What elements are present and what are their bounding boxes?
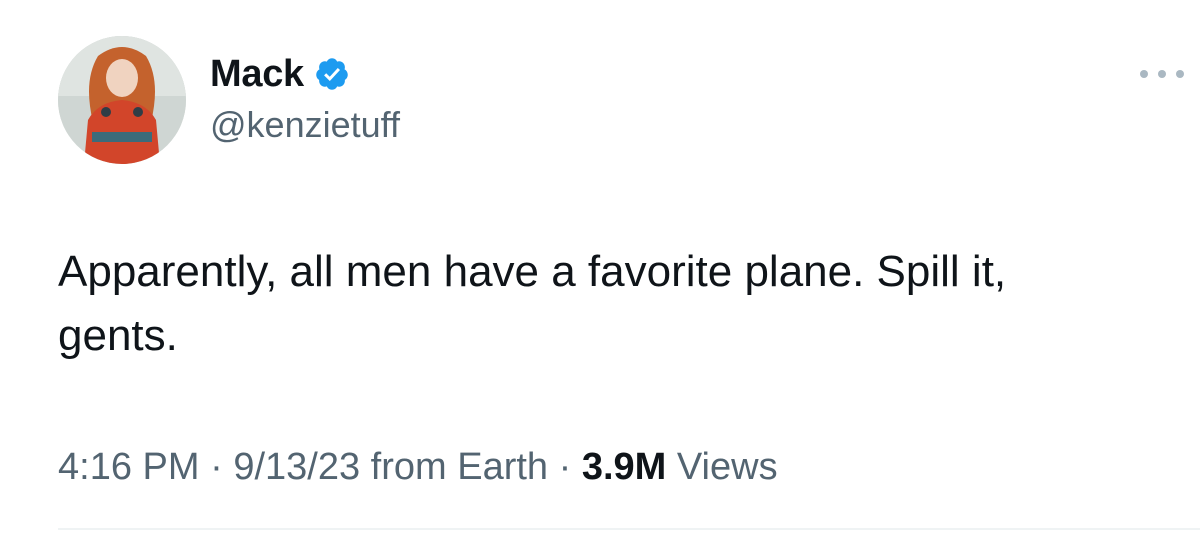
tweet-date[interactable]: 9/13/23	[233, 446, 360, 488]
tweet-time[interactable]: 4:16 PM	[58, 446, 200, 488]
meta-separator: ·	[210, 446, 223, 488]
author-handle[interactable]: @kenzietuff	[210, 104, 400, 146]
display-name[interactable]: Mack	[210, 53, 304, 96]
ellipsis-icon	[1176, 70, 1184, 78]
divider	[58, 528, 1200, 530]
meta-separator: ·	[558, 446, 572, 488]
tweet-text: Apparently, all men have a favorite plan…	[58, 247, 1007, 360]
tweet-location: from Earth	[370, 446, 549, 488]
views-count[interactable]: 3.9M	[582, 446, 666, 488]
views-label: Views	[676, 446, 778, 488]
avatar-photo-icon	[58, 36, 186, 164]
verified-badge-icon	[314, 56, 350, 92]
tweet-metadata: 4:16 PM · 9/13/23 from Earth · 3.9M View…	[58, 446, 778, 489]
tweet-card: Mack @kenzietuff Apparently, all men hav…	[0, 0, 1200, 539]
avatar[interactable]	[58, 36, 186, 164]
ellipsis-icon	[1140, 70, 1148, 78]
author-name-row[interactable]: Mack	[210, 50, 350, 98]
ellipsis-icon	[1158, 70, 1166, 78]
more-options-button[interactable]	[1140, 60, 1184, 88]
